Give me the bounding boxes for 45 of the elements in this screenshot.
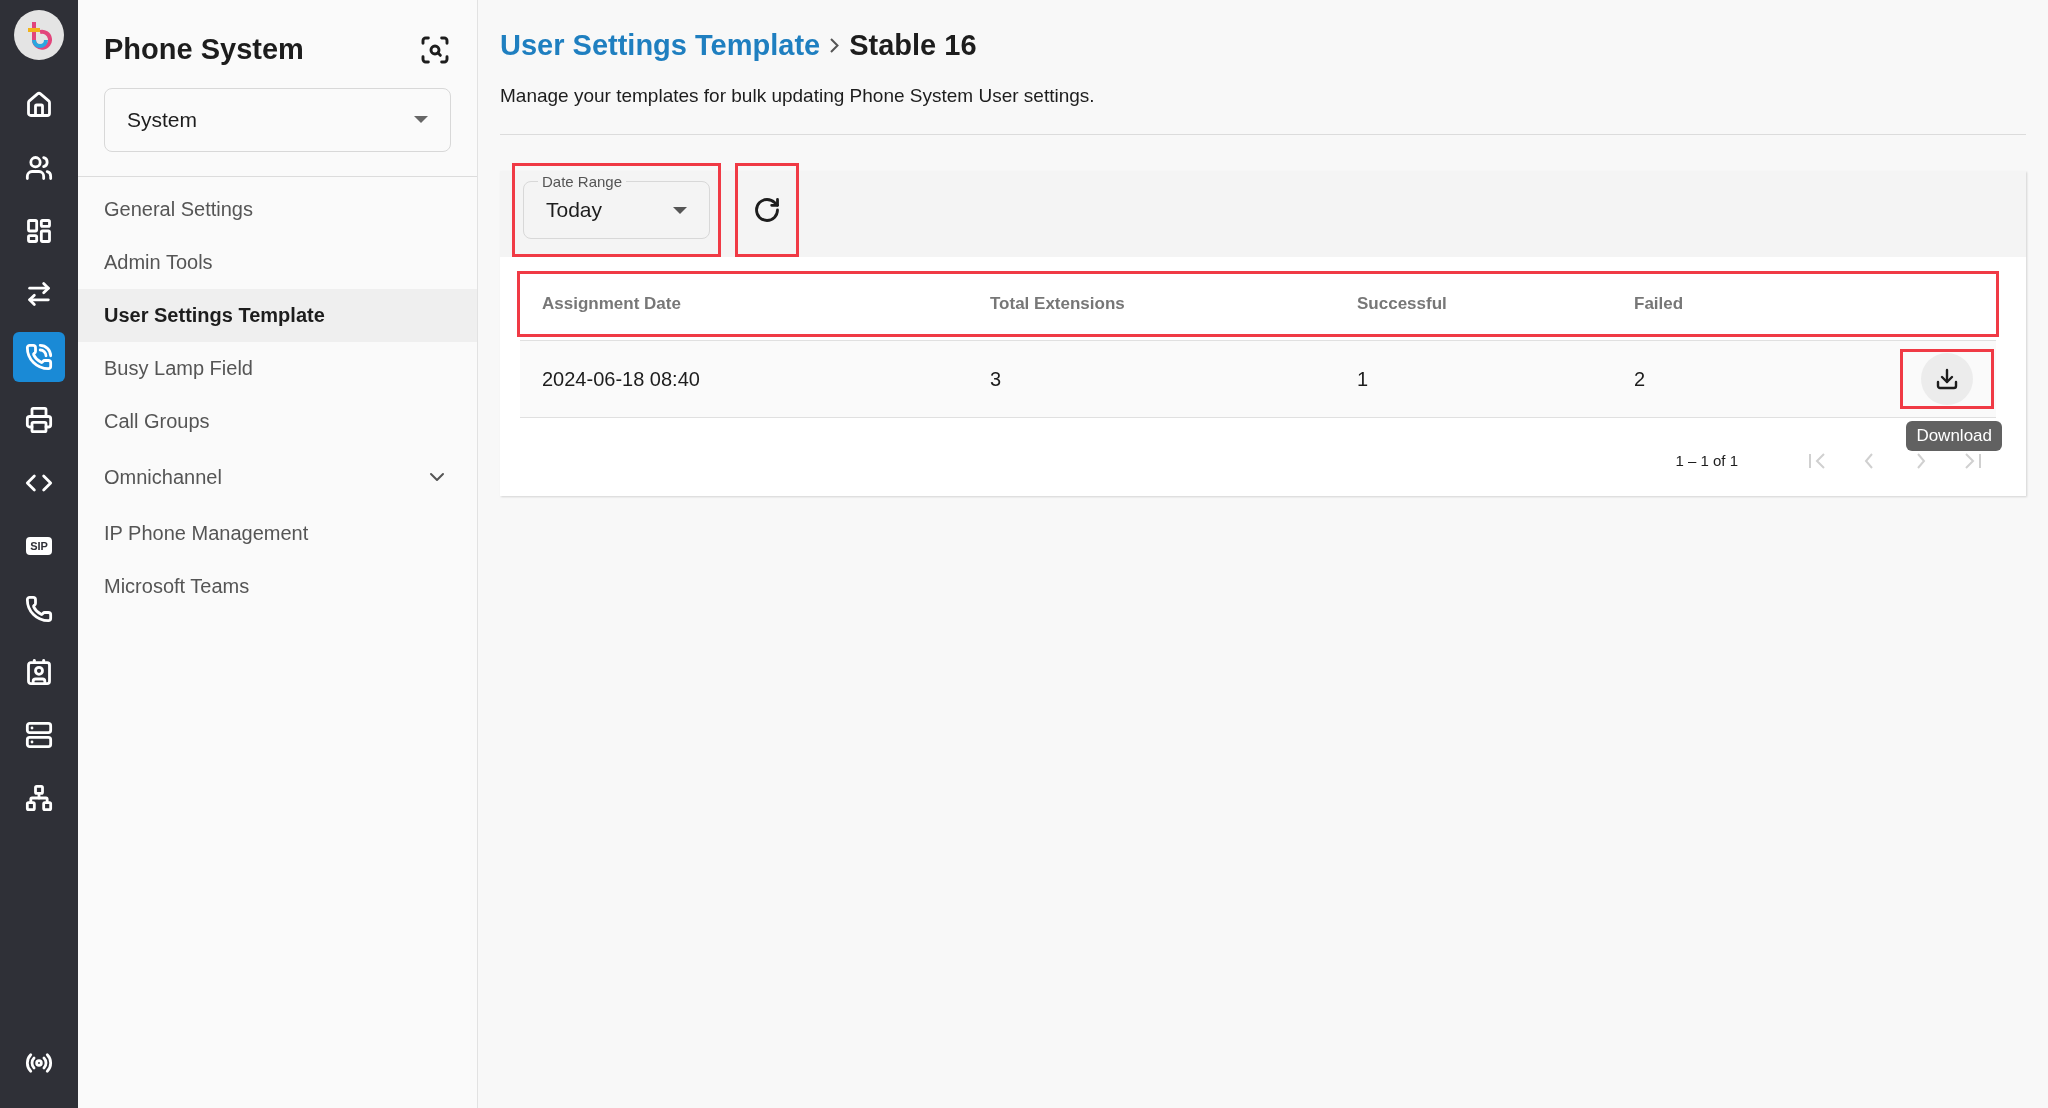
server-icon (25, 721, 53, 749)
system-select[interactable]: System (104, 87, 451, 152)
download-icon (1935, 367, 1959, 391)
phone-button[interactable] (13, 332, 65, 382)
column-header: Successful (1357, 293, 1448, 316)
phone-icon (25, 343, 53, 371)
page-title: Stable 16 (849, 28, 977, 63)
sidebar-item[interactable]: Busy Lamp Field (78, 341, 477, 395)
sidebar-title: Phone System (104, 32, 304, 67)
logo-icon (14, 10, 64, 60)
arrows-icon (25, 280, 53, 308)
table-cell-text: 2024-06-18 08:40 (542, 367, 701, 392)
last-page-icon (1964, 453, 1982, 469)
pagination-range: 1 – 1 of 1 (1675, 450, 1738, 471)
people-icon (25, 154, 53, 182)
column-header: Assignment Date (542, 293, 682, 316)
dashboard-icon (25, 217, 53, 245)
page-description: Manage your templates for bulk updating Phone System User settings. (500, 81, 2026, 135)
chevron-icon (830, 38, 840, 54)
sidebar-item[interactable]: IP Phone Management (78, 506, 477, 560)
table-cell-text: 2 (1634, 367, 1647, 392)
refresh-icon[interactable] (753, 196, 781, 224)
sidebar-item[interactable]: Omnichannel (78, 447, 477, 507)
caret-icon (673, 206, 687, 214)
contact-card-icon (25, 658, 53, 686)
next-page-icon (1916, 453, 1926, 469)
sidebar-item[interactable]: Call Groups (78, 394, 477, 448)
sidebar-item[interactable]: General Settings (78, 182, 477, 236)
sip-button[interactable]: SIP (13, 521, 65, 571)
first-page-icon (1808, 453, 1826, 469)
caret-icon (414, 116, 428, 123)
table-cell-text: 1 (1357, 367, 1370, 392)
sidebar-item[interactable]: User Settings Template (78, 288, 477, 342)
telephone-icon (25, 595, 53, 623)
download-button[interactable] (1921, 353, 1973, 405)
sidebar-item[interactable]: Admin Tools (78, 235, 477, 289)
tooltip: Download (1906, 421, 2002, 451)
previous-page-icon (1864, 453, 1874, 469)
sidebar-item[interactable]: Microsoft Teams (78, 559, 477, 613)
table-cell-text: 3 (990, 367, 1003, 392)
column-header: Failed (1634, 293, 1685, 316)
home-icon (25, 91, 53, 119)
network-icon (25, 784, 53, 812)
column-header: Total Extensions (990, 293, 1126, 316)
breadcrumb-link[interactable]: User Settings Template (500, 24, 821, 68)
